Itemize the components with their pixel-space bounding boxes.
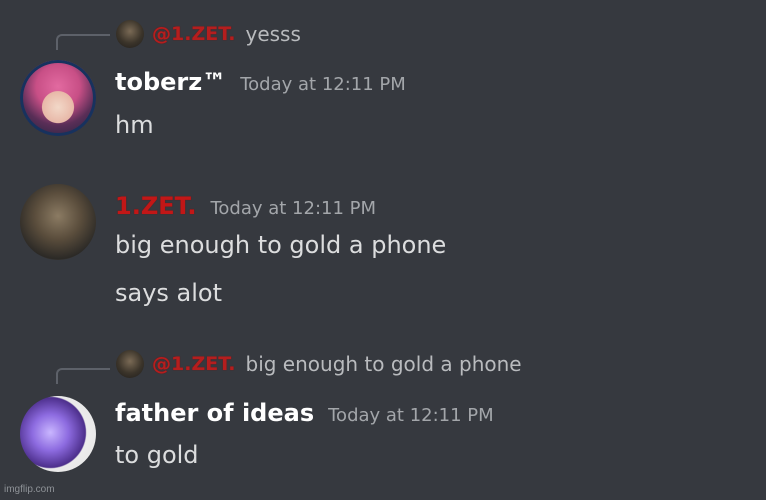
reply-preview[interactable]: @1.ZET. big enough to gold a phone <box>116 350 522 378</box>
message-header: 1.ZET. Today at 12:11 PM <box>115 192 376 220</box>
username[interactable]: father of ideas <box>115 399 314 427</box>
reply-text: big enough to gold a phone <box>245 352 522 376</box>
avatar[interactable] <box>20 60 96 136</box>
message-text: big enough to gold a phone <box>115 231 447 259</box>
reply-avatar[interactable] <box>116 20 144 48</box>
reply-author[interactable]: @1.ZET. <box>152 353 236 375</box>
message-text: hm <box>115 111 154 139</box>
reply-avatar[interactable] <box>116 350 144 378</box>
reply-connector <box>56 34 110 50</box>
timestamp: Today at 12:11 PM <box>328 405 494 426</box>
message-text: says alot <box>115 279 223 307</box>
reply-connector <box>56 368 110 384</box>
reply-author[interactable]: @1.ZET. <box>152 23 236 45</box>
username[interactable]: 1.ZET. <box>115 192 196 220</box>
message-header: toberz™ Today at 12:11 PM <box>115 68 406 96</box>
reply-preview[interactable]: @1.ZET. yesss <box>116 20 301 48</box>
message-father-of-ideas[interactable]: @1.ZET. big enough to gold a phone fathe… <box>0 325 766 485</box>
message-toberz[interactable]: @1.ZET. yesss toberz™ Today at 12:11 PM … <box>0 0 766 150</box>
timestamp: Today at 12:11 PM <box>240 74 406 95</box>
username[interactable]: toberz™ <box>115 68 226 96</box>
message-1zet[interactable]: 1.ZET. Today at 12:11 PM big enough to g… <box>0 150 766 325</box>
message-text: to gold <box>115 441 199 469</box>
watermark: imgflip.com <box>4 484 55 495</box>
avatar[interactable] <box>20 396 96 472</box>
reply-text: yesss <box>245 22 301 46</box>
timestamp: Today at 12:11 PM <box>210 198 377 219</box>
message-header: father of ideas Today at 12:11 PM <box>115 399 494 427</box>
avatar[interactable] <box>20 184 96 260</box>
